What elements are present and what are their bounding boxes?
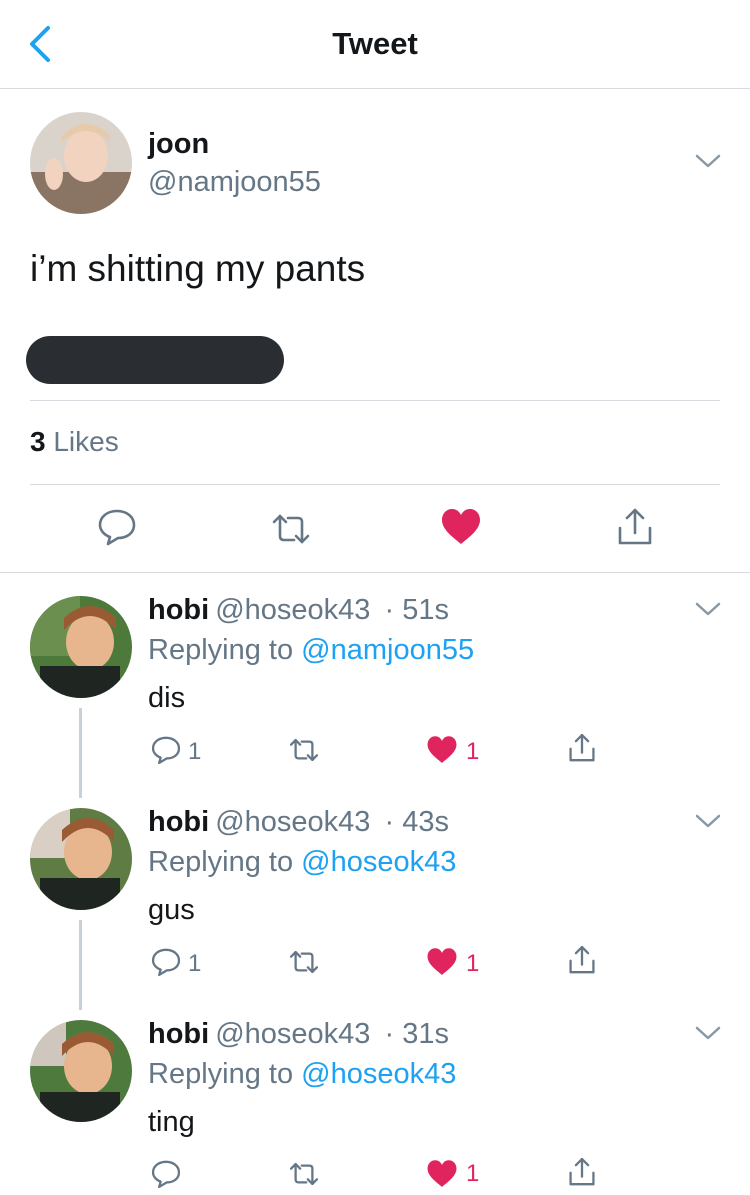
replying-label: Replying to (148, 634, 294, 666)
likes-number: 3 (30, 426, 46, 457)
divider (30, 400, 720, 401)
replying-to-link[interactable]: @hoseok43 (301, 846, 456, 878)
share-icon[interactable] (566, 732, 598, 764)
reply-timestamp: · 43s (384, 806, 449, 838)
avatar[interactable] (30, 596, 132, 698)
author-handle[interactable]: @namjoon55 (148, 166, 321, 199)
divider (30, 484, 720, 485)
heart-icon[interactable] (426, 946, 458, 978)
like-count: 1 (466, 950, 480, 977)
retweet-icon[interactable] (288, 734, 320, 766)
reply-author-name[interactable]: hobi (148, 1018, 209, 1050)
heart-icon[interactable] (426, 734, 458, 766)
likes-count[interactable]: 3 Likes (30, 426, 119, 458)
retweet-icon[interactable] (288, 946, 320, 978)
chevron-down-icon[interactable] (694, 152, 722, 170)
replying-to: Replying to @hoseok43 (148, 846, 456, 879)
retweet-icon[interactable] (270, 508, 312, 550)
replying-label: Replying to (148, 846, 294, 878)
share-icon[interactable] (614, 506, 656, 548)
retweet-icon[interactable] (288, 1158, 320, 1190)
share-icon[interactable] (566, 944, 598, 976)
like-count: 1 (466, 738, 480, 765)
chevron-down-icon[interactable] (694, 600, 722, 618)
replying-to-link[interactable]: @namjoon55 (301, 634, 474, 666)
thread-line (79, 708, 82, 798)
redacted-block (26, 336, 284, 384)
reply-author-name[interactable]: hobi (148, 806, 209, 838)
avatar-image (30, 596, 132, 698)
reply-count: 1 (188, 950, 202, 977)
reply-icon[interactable] (150, 734, 182, 766)
avatar-image (30, 112, 132, 214)
reply-author-handle[interactable]: @hoseok43 (215, 594, 370, 626)
page-title: Tweet (332, 26, 418, 61)
reply-text: dis (148, 682, 186, 714)
avatar[interactable] (30, 808, 132, 910)
replying-to: Replying to @namjoon55 (148, 634, 474, 667)
reply-author-handle[interactable]: @hoseok43 (215, 1018, 370, 1050)
replying-to: Replying to @hoseok43 (148, 1058, 456, 1091)
avatar-image (30, 808, 132, 910)
reply-icon[interactable] (150, 946, 182, 978)
reply-count: 1 (188, 738, 202, 765)
replying-label: Replying to (148, 1058, 294, 1090)
like-count: 1 (466, 1160, 480, 1187)
heart-icon[interactable] (426, 1158, 458, 1190)
reply-icon[interactable] (96, 506, 138, 548)
chevron-down-icon[interactable] (694, 812, 722, 830)
reply-author-name[interactable]: hobi (148, 594, 209, 626)
share-icon[interactable] (566, 1156, 598, 1188)
reply-header: hobi @hoseok43 · 31s (148, 1018, 449, 1051)
divider (0, 572, 750, 573)
thread-line (79, 920, 82, 1010)
avatar[interactable] (30, 1020, 132, 1122)
reply-text: gus (148, 894, 195, 926)
reply-header: hobi @hoseok43 · 51s (148, 594, 449, 627)
replying-to-link[interactable]: @hoseok43 (301, 1058, 456, 1090)
reply-header: hobi @hoseok43 · 43s (148, 806, 449, 839)
reply-icon[interactable] (150, 1158, 182, 1190)
author-name[interactable]: joon (148, 128, 209, 161)
avatar-image (30, 1020, 132, 1122)
chevron-down-icon[interactable] (694, 1024, 722, 1042)
likes-label: Likes (53, 426, 119, 457)
reply-author-handle[interactable]: @hoseok43 (215, 806, 370, 838)
reply-timestamp: · 31s (384, 1018, 449, 1050)
reply-timestamp: · 51s (384, 594, 449, 626)
reply-text: ting (148, 1106, 195, 1138)
avatar[interactable] (30, 112, 132, 214)
tweet-text: i’m shitting my pants (30, 248, 366, 289)
heart-icon[interactable] (440, 506, 482, 548)
